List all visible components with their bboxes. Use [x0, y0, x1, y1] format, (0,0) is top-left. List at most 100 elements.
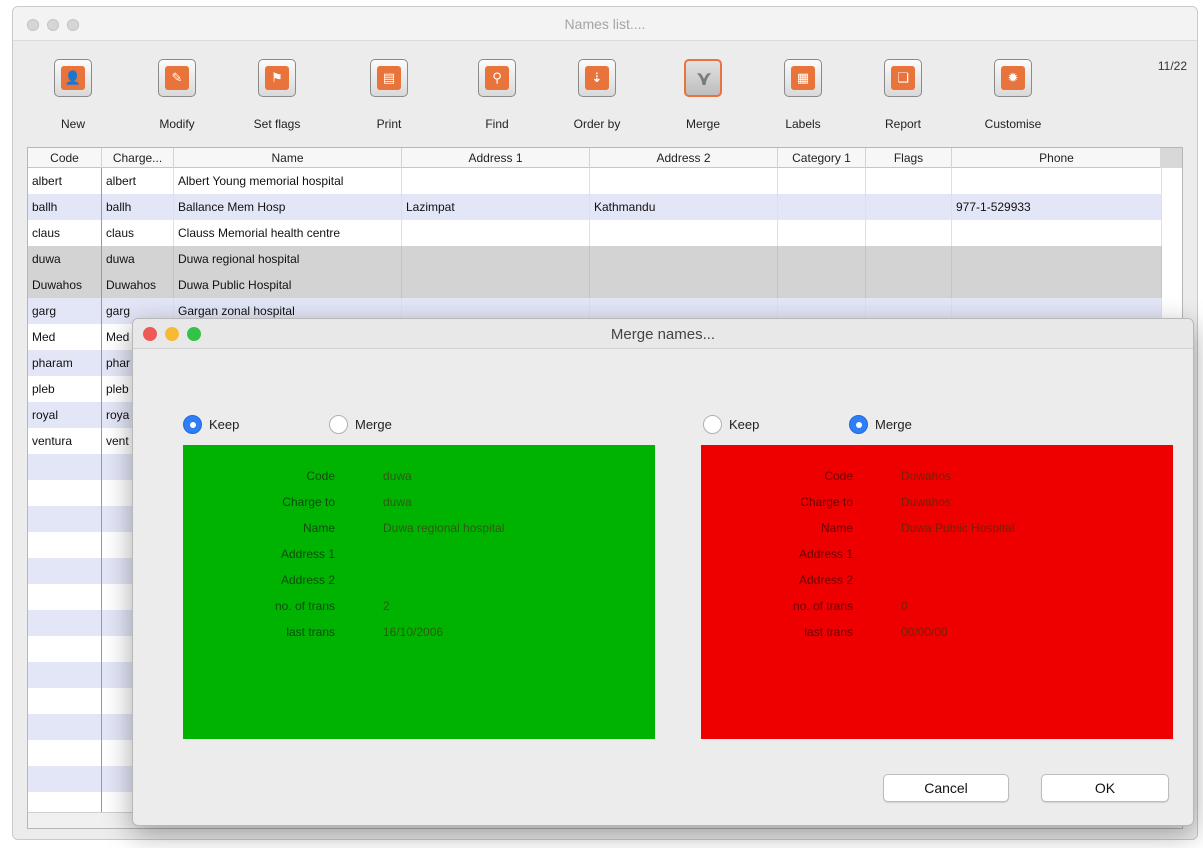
modify-label: Modify [159, 117, 195, 131]
order-by-label: Order by [573, 117, 621, 131]
cell-code: ventura [28, 428, 102, 454]
modify-button[interactable]: ✎ Modify [139, 53, 215, 137]
table-row[interactable]: Duwahos Duwahos Duwa Public Hospital [28, 272, 1162, 298]
column-header-category1[interactable]: Category 1 [778, 148, 866, 168]
trans-count-label: no. of trans [792, 599, 853, 613]
cell-category1 [778, 168, 866, 194]
labels-icon: ▦ [784, 59, 822, 97]
right-merge-label: Merge [875, 417, 912, 432]
cell-phone [952, 220, 1162, 246]
customise-label: Customise [984, 117, 1042, 131]
magnifier-icon: ⚲ [478, 59, 516, 97]
name-value: Duwa Public Hospital [901, 521, 1015, 535]
trans-count-value: 0 [901, 599, 908, 613]
column-header-phone[interactable]: Phone [952, 148, 1162, 168]
code-label: Code [824, 469, 853, 483]
dialog-title: Merge names... [610, 326, 716, 343]
find-button[interactable]: ⚲ Find [459, 53, 535, 137]
header-corner [1160, 148, 1182, 168]
cell-address1 [402, 272, 590, 298]
table-row[interactable]: duwa duwa Duwa regional hospital [28, 246, 1162, 272]
cell-category1 [778, 272, 866, 298]
code-value: duwa [383, 469, 412, 483]
cell-name: Duwa regional hospital [174, 246, 402, 272]
ok-button[interactable]: OK [1041, 774, 1169, 802]
cell-name: Ballance Mem Hosp [174, 194, 402, 220]
cell-address1: Lazimpat [402, 194, 590, 220]
cell-address2 [590, 168, 778, 194]
last-trans-value: 00/00/00 [901, 625, 948, 639]
cell-flags [866, 168, 952, 194]
keep-record-panel: Code duwa Charge to duwa Name Duwa regio… [183, 445, 655, 739]
column-header-charge[interactable]: Charge... [102, 148, 174, 168]
column-header-code[interactable]: Code [28, 148, 102, 168]
table-row[interactable]: albert albert Albert Young memorial hospit… [28, 168, 1162, 194]
merge-names-dialog: Merge names... Keep Merge Keep Merge Cod… [132, 318, 1194, 826]
name-value: Duwa regional hospital [383, 521, 505, 535]
cell-flags [866, 272, 952, 298]
left-merge-label: Merge [355, 417, 392, 432]
cell-code: royal [28, 402, 102, 428]
column-header-address2[interactable]: Address 2 [590, 148, 778, 168]
column-header-address1[interactable]: Address 1 [402, 148, 590, 168]
cell-name: Duwa Public Hospital [174, 272, 402, 298]
record-counter: 11/22 [1157, 59, 1187, 73]
flag-icon: ⚑ [258, 59, 296, 97]
column-header-flags[interactable]: Flags [866, 148, 952, 168]
merge-icon: ⋎ [684, 59, 722, 97]
new-button[interactable]: 👤 New [35, 53, 111, 137]
edit-icon: ✎ [158, 59, 196, 97]
cell-phone [952, 272, 1162, 298]
print-button[interactable]: ▤ Print [351, 53, 427, 137]
cell-phone [952, 168, 1162, 194]
cell-category1 [778, 220, 866, 246]
cancel-button[interactable]: Cancel [883, 774, 1009, 802]
merge-button[interactable]: ⋎ Merge [665, 53, 741, 137]
trans-count-value: 2 [383, 599, 390, 613]
dialog-titlebar: Merge names... [133, 319, 1193, 349]
last-trans-label: last trans [286, 625, 335, 639]
cell-code: duwa [28, 246, 102, 272]
cell-charge-to: claus [102, 220, 174, 246]
print-label: Print [376, 117, 402, 131]
set-flags-button[interactable]: ⚑ Set flags [239, 53, 315, 137]
radio-unselected-icon [329, 415, 348, 434]
cell-address1 [402, 246, 590, 272]
cell-code: ballh [28, 194, 102, 220]
labels-label: Labels [785, 117, 821, 131]
toolbar: 👤 New ✎ Modify ⚑ Set flags ▤ Print ⚲ Fin… [13, 43, 1197, 143]
cell-address1 [402, 168, 590, 194]
charge-to-label: Charge to [282, 495, 335, 509]
window-title: Names list.... [564, 16, 646, 32]
table-row[interactable]: ballh ballh Ballance Mem Hosp Lazimpat Kathm… [28, 194, 1162, 220]
order-by-button[interactable]: ⇣ Order by [559, 53, 635, 137]
new-label: New [60, 117, 85, 131]
charge-to-value: Duwahos [901, 495, 952, 509]
radio-unselected-icon [703, 415, 722, 434]
radio-selected-icon [183, 415, 202, 434]
code-value: Duwahos [901, 469, 952, 483]
window-titlebar: Names list.... [13, 7, 1197, 41]
set-flags-label: Set flags [253, 117, 301, 131]
merge-label: Merge [685, 117, 720, 131]
cell-code: claus [28, 220, 102, 246]
charge-to-label: Charge to [800, 495, 853, 509]
sort-icon: ⇣ [578, 59, 616, 97]
merge-record-panel: Code Duwahos Charge to Duwahos Name Duwa… [701, 445, 1173, 739]
person-icon: 👤 [54, 59, 92, 97]
address1-label: Address 1 [798, 547, 853, 561]
customise-button[interactable]: ✹ Customise [975, 53, 1051, 137]
report-label: Report [884, 117, 922, 131]
cell-code: Med [28, 324, 102, 350]
labels-button[interactable]: ▦ Labels [765, 53, 841, 137]
cell-category1 [778, 194, 866, 220]
report-button[interactable]: ❏ Report [865, 53, 941, 137]
last-trans-label: last trans [804, 625, 853, 639]
cell-charge-to: ballh [102, 194, 174, 220]
address1-label: Address 1 [280, 547, 335, 561]
cell-address2 [590, 220, 778, 246]
cell-phone: 977-1-529933 [952, 194, 1162, 220]
table-row[interactable]: claus claus Clauss Memorial health centre [28, 220, 1162, 246]
column-header-name[interactable]: Name [174, 148, 402, 168]
column-divider [101, 168, 102, 828]
